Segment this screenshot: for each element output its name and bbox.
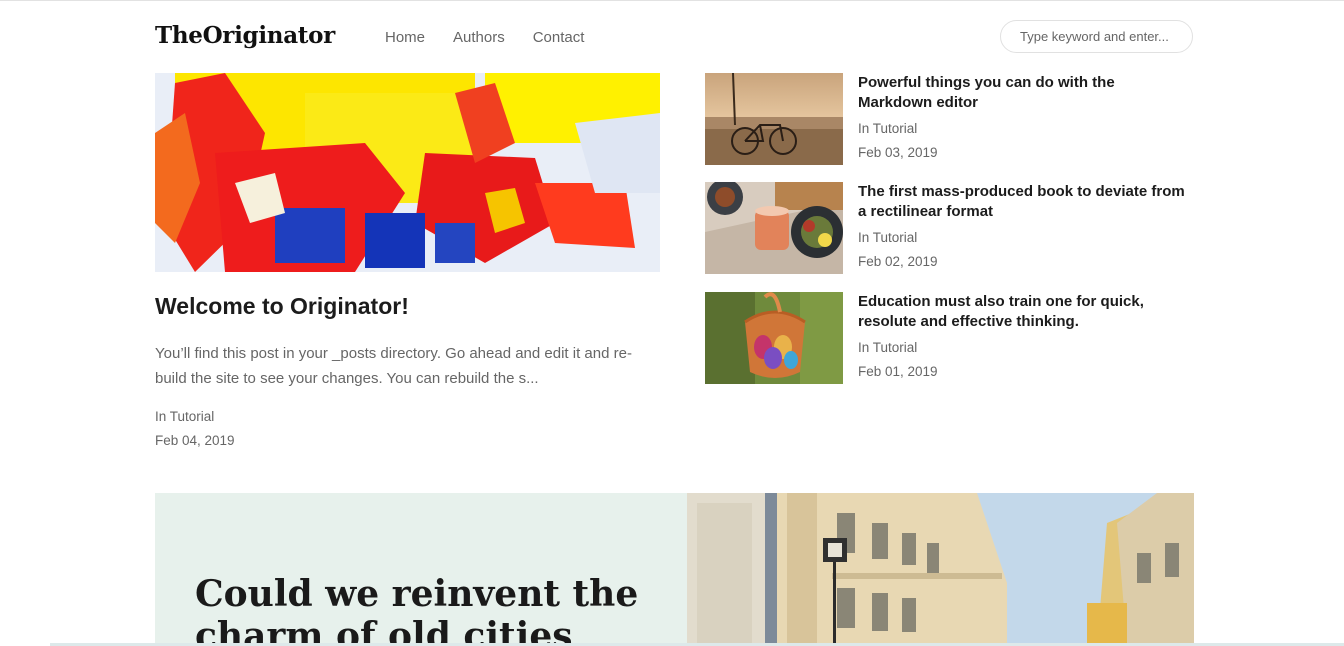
featured-post-title[interactable]: Welcome to Originator!	[155, 293, 409, 320]
hero-banner: Could we reinvent the charm of old citie…	[155, 493, 687, 646]
side-post-title[interactable]: The first mass-produced book to deviate …	[858, 182, 1188, 221]
side-post: The first mass-produced book to deviate …	[705, 182, 1195, 274]
side-post-date: Feb 02, 2019	[858, 254, 938, 269]
nav-home-link[interactable]: Home	[385, 29, 425, 46]
side-post: Education must also train one for quick,…	[705, 292, 1195, 384]
side-post-category[interactable]: In Tutorial	[858, 121, 917, 136]
side-post-date: Feb 03, 2019	[858, 145, 938, 160]
side-post-thumbnail[interactable]	[705, 292, 843, 384]
featured-post-excerpt: You’ll find this post in your _posts dir…	[155, 345, 632, 387]
side-post-category[interactable]: In Tutorial	[858, 230, 917, 245]
side-post-title[interactable]: Education must also train one for quick,…	[858, 292, 1188, 331]
side-post-title[interactable]: Powerful things you can do with the Mark…	[858, 73, 1188, 112]
featured-post-category[interactable]: In Tutorial	[155, 409, 214, 424]
featured-post-image[interactable]	[155, 73, 660, 272]
side-post-thumbnail[interactable]	[705, 182, 843, 274]
hero-title[interactable]: Could we reinvent the charm of old citie…	[195, 573, 675, 646]
side-post-thumbnail[interactable]	[705, 73, 843, 165]
top-border	[0, 0, 1344, 1]
site-logo[interactable]: TheOriginator	[155, 22, 335, 49]
search-box	[1000, 20, 1193, 53]
side-post: Powerful things you can do with the Mark…	[705, 73, 1195, 165]
nav-contact-link[interactable]: Contact	[533, 29, 585, 46]
nav-authors-link[interactable]: Authors	[453, 29, 505, 46]
hero-image[interactable]	[687, 493, 1194, 646]
side-post-date: Feb 01, 2019	[858, 364, 938, 379]
side-post-category[interactable]: In Tutorial	[858, 340, 917, 355]
featured-post-date: Feb 04, 2019	[155, 433, 235, 448]
search-input[interactable]	[1020, 29, 1190, 44]
main-nav: Home Authors Contact	[385, 29, 584, 46]
